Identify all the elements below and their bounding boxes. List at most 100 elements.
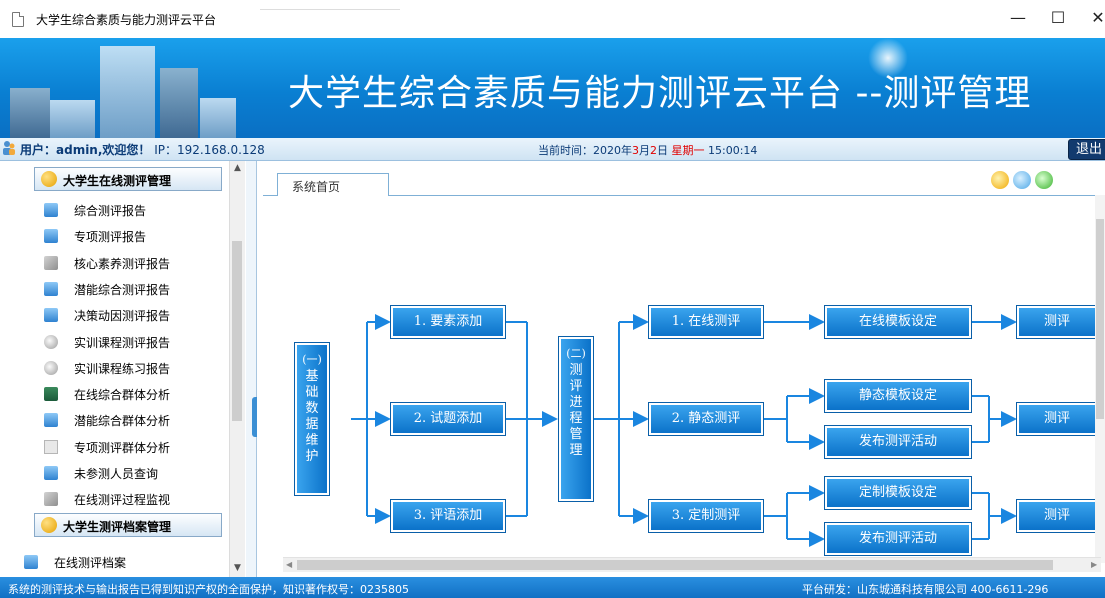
flow-box-custom-template[interactable]: 定制模板设定 [825,477,971,509]
scroll-down-icon[interactable]: ▼ [230,561,245,575]
sidebar-item-label: 潜能综合群体分析 [74,414,171,429]
sidebar-group-online-assessment[interactable]: 大学生在线测评管理 [34,167,222,191]
flow-box-assess[interactable]: 测评 [1017,306,1097,338]
status-footer: 系统的测评技术与输出报告已得到知识产权的全面保护，知识著作权号：0235805 … [0,577,1105,598]
flow-block-process-management[interactable]: (二) 测 评 进 程 管 理 [559,337,593,501]
scroll-right-icon[interactable]: ▶ [1091,558,1097,572]
report-icon [44,229,58,244]
time-clock: 15:00:14 [704,144,758,157]
flow-box-assess[interactable]: 测评 [1017,500,1097,532]
group-icon [41,517,57,533]
main-panel: 系统首页 (一) 基 础 数 据 维 护 1. 要素添加 2. 试题添加 3. … [257,161,1105,577]
gear-icon [44,334,58,349]
block-char: 维 [305,433,319,448]
flow-box-static-template[interactable]: 静态模板设定 [825,380,971,412]
sidebar-item-label: 专项测评报告 [74,230,147,245]
sidebar-item-label: 综合测评报告 [74,204,147,218]
flow-box-online-template[interactable]: 在线模板设定 [825,306,971,338]
block-char: 护 [305,449,319,464]
wrench-icon [44,255,58,270]
main-vertical-scrollbar[interactable] [1095,195,1105,563]
copyright-notice: 系统的测评技术与输出报告已得到知识产权的全面保护，知识著作权号：0235805 [8,583,409,596]
developer-info: 平台研发：山东城通科技有限公司 400-6611-296 [802,583,1049,596]
sidebar-item[interactable]: 综合测评报告 [44,197,228,223]
flow-block-basic-data[interactable]: (一) 基 础 数 据 维 护 [295,343,329,495]
sidebar-item[interactable]: 实训课程练习报告 [44,355,228,381]
sidebar-item[interactable]: 在线综合群体分析 [44,381,228,407]
maximize-button[interactable]: ☐ [1043,8,1073,27]
flow-box-online-assessment[interactable]: 1. 在线测评 [649,306,763,338]
ip-address: IP：192.168.0.128 [154,143,265,157]
logout-button[interactable]: 退出 [1068,139,1105,160]
sidebar-item[interactable]: 未参测人员查询 [44,460,228,486]
gear-icon [44,360,58,375]
window-title-bar: 大学生综合素质与能力测评云平台 — ☐ ✕ [0,0,1105,38]
time-day: 2 [650,144,657,157]
flow-box-publish-activity[interactable]: 发布测评活动 [825,426,971,458]
report-icon [44,203,58,217]
building-graphic [50,100,95,138]
sidebar-item-label: 实训课程练习报告 [74,361,171,376]
document-icon [12,12,24,27]
sidebar-item[interactable]: 专项测评报告 [44,223,228,249]
sidebar-item-online-archive[interactable]: 在线测评档案 [24,549,208,575]
flow-box-assess[interactable]: 测评 [1017,403,1097,435]
main-horizontal-scrollbar[interactable]: ◀ ▶ [283,557,1101,572]
user-label: 用户：admin,欢迎您！ [20,143,151,157]
time-prefix: 当前时间：2020年 [538,144,632,157]
group-label: 大学生测评档案管理 [63,520,172,534]
building-graphic [160,68,198,138]
scrollbar-thumb[interactable] [1096,219,1104,419]
sidebar-item-label: 在线测评档案 [54,556,127,570]
sidebar-item[interactable]: 潜能综合测评报告 [44,276,228,302]
info-bar: 用户：admin,欢迎您！ IP：192.168.0.128 当前时间：2020… [0,138,1105,161]
scrollbar-thumb[interactable] [297,560,1053,570]
sidebar-item[interactable]: 核心素养测评报告 [44,250,228,276]
flow-box-static-assessment[interactable]: 2. 静态测评 [649,403,763,435]
block-char: 程 [569,411,583,426]
scroll-left-icon[interactable]: ◀ [286,558,292,572]
block-char: 管 [569,427,583,442]
current-time: 当前时间：2020年3月2日 星期一 15:00:14 [538,142,757,158]
flow-box-add-questions[interactable]: 2. 试题添加 [391,403,505,435]
sidebar-splitter[interactable] [246,161,256,577]
title-divider [260,9,400,10]
sidebar-item[interactable]: 实训课程测评报告 [44,329,228,355]
user-icon [3,141,15,155]
group-label: 大学生在线测评管理 [63,174,172,188]
sidebar-item-label: 未参测人员查询 [74,467,159,481]
sidebar-item[interactable]: 专项测评群体分析 [44,434,228,460]
block-char: 评 [569,379,583,394]
block-char: 测 [569,363,583,378]
book-icon [44,387,58,402]
sheet-icon [44,439,58,454]
time-day-unit: 日 [657,144,672,157]
building-graphic [10,88,50,138]
sidebar-item[interactable]: 决策动因测评报告 [44,302,228,328]
sidebar-scrollbar[interactable]: ▲ ▼ [229,161,245,577]
flow-box-publish-activity[interactable]: 发布测评活动 [825,523,971,555]
report-icon [44,308,58,323]
block-text: 测 评 进 程 管 理 [561,363,591,459]
block-text: 基 础 数 据 维 护 [297,369,327,465]
sidebar-item-label: 核心素养测评报告 [74,256,171,271]
flow-box-add-elements[interactable]: 1. 要素添加 [391,306,505,338]
block-number: (一) [302,353,322,366]
report-icon [44,281,58,296]
flow-box-add-comments[interactable]: 3. 评语添加 [391,500,505,532]
time-month: 3 [632,144,639,157]
block-char: 础 [305,385,319,400]
close-button[interactable]: ✕ [1083,8,1105,27]
sidebar-item-label: 决策动因测评报告 [74,309,171,324]
scrollbar-thumb[interactable] [232,241,242,421]
minimize-button[interactable]: — [1003,8,1033,27]
sidebar-item-label: 在线综合群体分析 [74,388,171,403]
sidebar-item[interactable]: 在线测评过程监视 [44,486,228,512]
scroll-up-icon[interactable]: ▲ [230,161,245,175]
flow-connectors [351,314,1017,547]
sidebar-group-archive[interactable]: 大学生测评档案管理 [34,513,222,537]
flow-box-custom-assessment[interactable]: 3. 定制测评 [649,500,763,532]
block-char: 进 [569,395,583,410]
sidebar-item[interactable]: 潜能综合群体分析 [44,407,228,433]
report-icon [24,555,38,569]
